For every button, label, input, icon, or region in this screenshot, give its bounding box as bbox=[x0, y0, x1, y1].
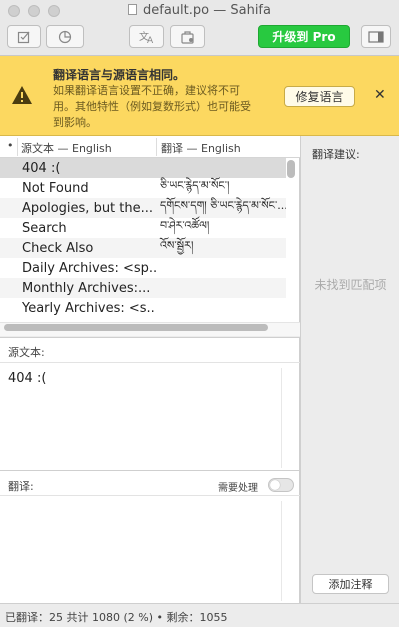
svg-text:A: A bbox=[147, 36, 154, 44]
suggestions-label: 翻译建议: bbox=[312, 148, 360, 161]
toggle-sidebar-button[interactable] bbox=[361, 25, 391, 48]
sidebar-icon bbox=[368, 30, 384, 43]
pretranslate-button[interactable]: 文A bbox=[129, 25, 164, 48]
source-panel: 源文本: 404 :( bbox=[0, 337, 300, 470]
table-row[interactable]: Check Also འོས་སྦྱོར། bbox=[0, 238, 286, 258]
translation-panel: 翻译: 需要处理 bbox=[0, 470, 300, 603]
source-cell: 404 :( bbox=[22, 160, 61, 176]
edit-icon bbox=[17, 31, 30, 43]
document-icon bbox=[128, 4, 138, 15]
source-label: 源文本: bbox=[8, 346, 45, 359]
translation-scrollbar-track bbox=[281, 501, 282, 601]
table-horizontal-scrollbar[interactable] bbox=[4, 324, 268, 331]
package-button[interactable] bbox=[170, 25, 205, 48]
status-bar: 已翻译：25 共计 1080 (2 %) • 剩余：1055 bbox=[0, 603, 399, 627]
table-rows: 404 :( Not Found ཅི་ཡང་རྙེད་མ་སོང་། Apolo… bbox=[0, 158, 286, 318]
table-row[interactable]: Monthly Archives:... bbox=[0, 278, 286, 298]
close-banner-icon[interactable]: ✕ bbox=[374, 87, 386, 103]
column-status-header[interactable]: • bbox=[7, 139, 14, 152]
column-source-header[interactable]: 源文本 — English bbox=[21, 140, 112, 156]
fuzzy-toggle[interactable] bbox=[268, 478, 294, 492]
fuzzy-label: 需要处理 bbox=[218, 483, 258, 494]
table-header: • 源文本 — English 翻译 — English bbox=[0, 136, 300, 158]
source-cell: Monthly Archives:... bbox=[22, 280, 151, 296]
translate-icon: 文A bbox=[139, 30, 154, 44]
table-row[interactable]: Yearly Archives: <s... bbox=[0, 298, 286, 318]
table-vertical-scrollbar[interactable] bbox=[287, 160, 295, 178]
titlebar: default.po — Sahifa 文A 升级到 Pro bbox=[0, 0, 399, 56]
column-divider bbox=[156, 138, 157, 156]
pie-chart-icon bbox=[58, 30, 72, 43]
strings-table: • 源文本 — English 翻译 — English 404 :( Not … bbox=[0, 136, 300, 336]
source-cell: Yearly Archives: <s... bbox=[22, 300, 156, 316]
source-cell: Search bbox=[22, 220, 67, 236]
translation-label: 翻译: bbox=[8, 480, 34, 493]
source-cell: Not Found bbox=[22, 180, 89, 196]
divider bbox=[0, 495, 300, 496]
window-title-text: default.po — Sahifa bbox=[143, 3, 271, 18]
column-divider bbox=[17, 138, 18, 156]
source-text[interactable]: 404 :( bbox=[8, 371, 46, 386]
banner-title: 翻译语言与源语言相同。 bbox=[53, 68, 186, 82]
toggle-knob bbox=[270, 480, 280, 490]
translation-cell: འོས་སྦྱོར། bbox=[160, 238, 194, 252]
column-translation-header[interactable]: 翻译 — English bbox=[161, 140, 241, 156]
banner-description: 如果翻译语言设置不正确，建议将不可用。其他特性（例如复数形式）也可能受到影响。 bbox=[53, 84, 251, 129]
edit-button[interactable] bbox=[7, 25, 41, 48]
fix-language-button[interactable]: 修复语言 bbox=[284, 86, 355, 107]
source-scrollbar-track bbox=[281, 368, 282, 468]
source-cell: Daily Archives: <sp... bbox=[22, 260, 156, 276]
source-cell: Apologies, but the... bbox=[22, 200, 154, 216]
warning-icon bbox=[12, 86, 32, 104]
upgrade-pro-button[interactable]: 升级到 Pro bbox=[258, 25, 350, 48]
statistics-button[interactable] bbox=[46, 25, 84, 48]
no-matches-text: 未找到匹配项 bbox=[314, 278, 387, 292]
window-title: default.po — Sahifa bbox=[0, 3, 399, 18]
source-cell: Check Also bbox=[22, 240, 94, 256]
package-icon bbox=[180, 30, 194, 44]
status-text: 已翻译：25 共计 1080 (2 %) • 剩余：1055 bbox=[5, 611, 228, 624]
add-note-button[interactable]: 添加注释 bbox=[312, 574, 389, 594]
divider bbox=[0, 362, 300, 363]
suggestions-sidebar: 翻译建议: 未找到匹配项 添加注释 bbox=[300, 136, 399, 603]
